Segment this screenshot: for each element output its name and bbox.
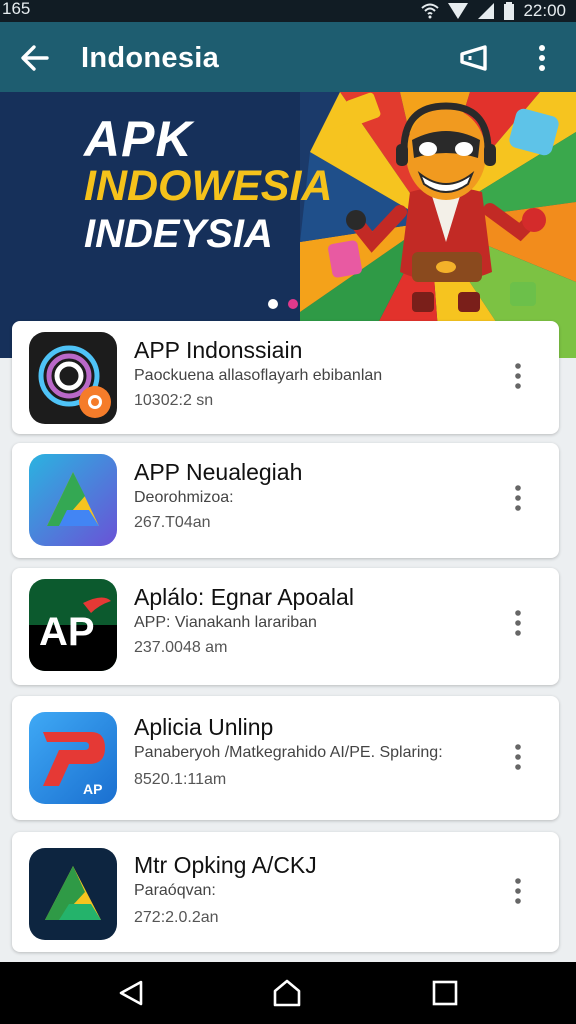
app-description: Deorohmizoa:	[134, 489, 234, 506]
more-vertical-icon	[515, 485, 521, 511]
list-item[interactable]: APP Neualegiah Deorohmizoa: 267.T04an	[12, 443, 559, 558]
app-name: Mtr Opking A/CKJ	[134, 852, 317, 878]
list-item[interactable]: AP Aplálo: Egnar Apoalal APP: Vianakanh …	[12, 568, 559, 685]
app-meta: 267.T04an	[134, 514, 211, 531]
banner-page-indicator	[268, 299, 298, 309]
more-vertical-icon	[515, 878, 521, 904]
item-more-button[interactable]	[500, 732, 536, 782]
status-left-text: 165	[2, 0, 31, 18]
signal-icon	[447, 2, 469, 20]
p-logo-icon: AP	[29, 712, 117, 804]
overflow-menu-button[interactable]	[522, 37, 562, 79]
app-description: Paockuena allasoflayarh ebibanlan	[134, 367, 383, 384]
nav-home-button[interactable]	[262, 972, 312, 1014]
banner-title-line3: INDEYSIA	[84, 212, 273, 256]
cellular-icon	[477, 2, 495, 20]
svg-text:AP: AP	[39, 610, 95, 654]
app-name: APP Indonssiain	[134, 337, 303, 363]
square-recents-icon	[432, 980, 458, 1006]
more-vertical-icon	[515, 363, 521, 389]
app-name: Aplicia Unlinp	[134, 714, 274, 740]
status-bar: 165 22:00	[0, 0, 576, 22]
svg-text:AP: AP	[83, 781, 102, 797]
more-vertical-icon	[515, 744, 521, 770]
promo-banner[interactable]: APK INDOWESIA INDEYSIA	[0, 92, 576, 358]
arrow-left-icon	[21, 45, 49, 71]
nav-recents-button[interactable]	[420, 972, 470, 1014]
item-more-button[interactable]	[500, 351, 536, 401]
page-dot[interactable]	[268, 299, 278, 309]
triangle-play-dark-icon	[29, 848, 117, 940]
wifi-icon	[421, 3, 440, 19]
status-time: 22:00	[523, 1, 566, 20]
app-meta: 10302:2 sn	[134, 392, 214, 409]
share-button[interactable]	[454, 37, 496, 79]
nav-back-button[interactable]	[106, 972, 156, 1014]
share-icon	[460, 45, 487, 71]
item-more-button[interactable]	[500, 473, 536, 523]
more-vertical-icon	[539, 45, 545, 71]
app-description: Panaberyoh /Matkegrahido AI/PE. Splaring…	[134, 744, 443, 761]
list-item[interactable]: AP Aplicia Unlinp Panaberyoh /Matkegrahi…	[12, 696, 559, 820]
list-item[interactable]: Mtr Opking A/CKJ Paraóqvan: 272:2.0.2an	[12, 832, 559, 952]
app-description: APP: Vianakanh larariban	[134, 614, 317, 631]
status-indicators: 22:00	[421, 0, 566, 22]
page-title: Indonesia	[81, 42, 220, 74]
system-nav-bar	[0, 962, 576, 1024]
back-button[interactable]	[14, 37, 56, 79]
triangle-back-icon	[119, 980, 143, 1006]
home-icon	[273, 979, 301, 1007]
app-meta: 237.0048 am	[134, 639, 228, 656]
app-meta: 8520.1:11am	[134, 771, 227, 788]
triangle-play-icon	[29, 454, 117, 546]
item-more-button[interactable]	[500, 866, 536, 916]
app-name: Aplálo: Egnar Apoalal	[134, 584, 354, 610]
app-meta: 272:2.0.2an	[134, 909, 219, 926]
page-dot-active[interactable]	[288, 299, 298, 309]
ap-logo-icon: AP	[29, 579, 117, 671]
circle-swirl-icon	[29, 332, 117, 424]
more-vertical-icon	[515, 610, 521, 636]
item-more-button[interactable]	[500, 598, 536, 648]
banner-title-line2: INDOWESIA	[84, 162, 333, 210]
app-description: Paraóqvan:	[134, 882, 216, 899]
app-name: APP Neualegiah	[134, 459, 303, 485]
banner-title-line1: APK	[84, 111, 193, 167]
list-item[interactable]: APP Indonssiain Paockuena allasoflayarh …	[12, 321, 559, 434]
app-bar: Indonesia	[0, 22, 576, 92]
battery-icon	[503, 2, 515, 20]
